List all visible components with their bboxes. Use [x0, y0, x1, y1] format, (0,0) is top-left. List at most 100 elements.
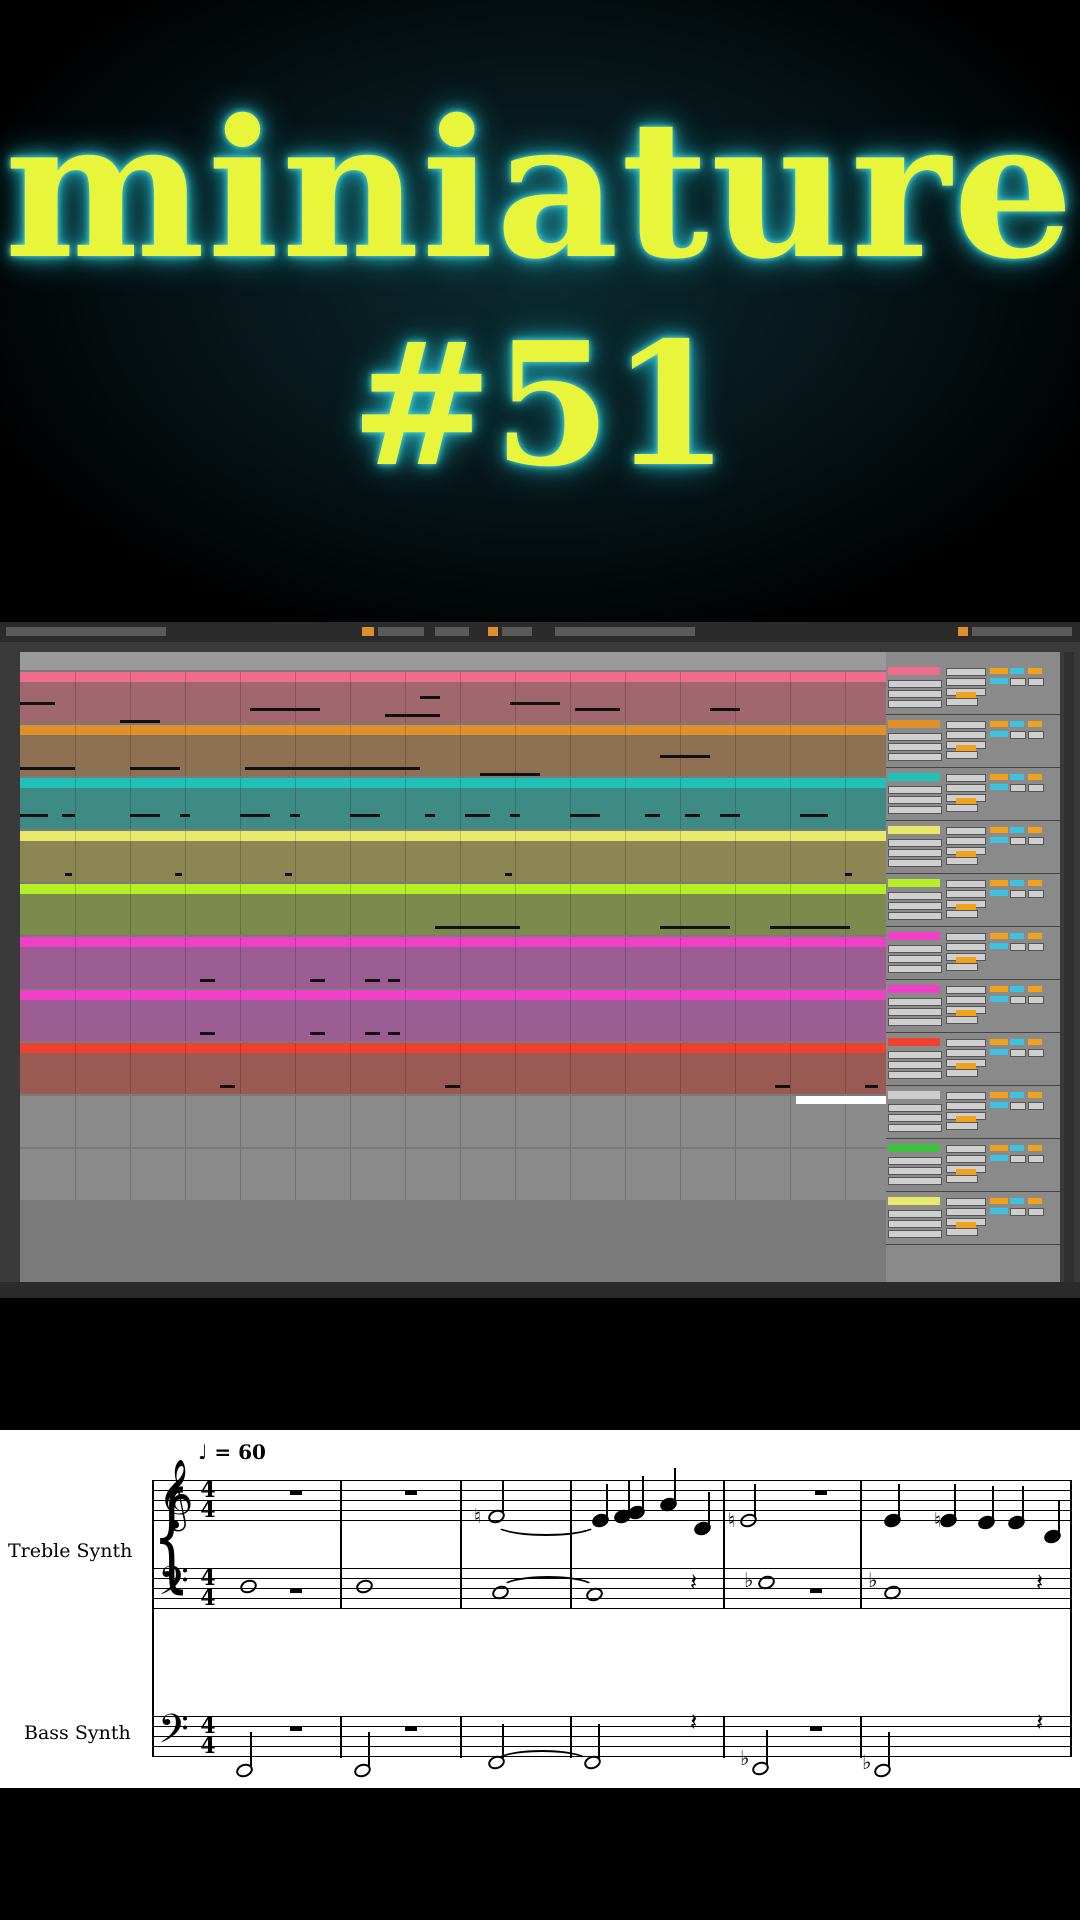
- loop-controls[interactable]: [502, 627, 532, 636]
- clip-header[interactable]: [20, 831, 886, 841]
- track-name-tag[interactable]: [888, 1197, 940, 1205]
- midi-note[interactable]: [20, 814, 48, 817]
- mixer-button[interactable]: [990, 1198, 1008, 1204]
- mixer-button[interactable]: [1028, 1198, 1042, 1204]
- mixer-strip[interactable]: [886, 823, 1060, 874]
- device-field[interactable]: [946, 1122, 978, 1130]
- device-field[interactable]: [888, 902, 942, 910]
- device-field[interactable]: [946, 1155, 986, 1163]
- device-field[interactable]: [946, 1049, 986, 1057]
- mixer-button[interactable]: [1028, 890, 1044, 898]
- midi-note[interactable]: [388, 979, 400, 982]
- midi-note[interactable]: [365, 979, 380, 982]
- device-field[interactable]: [888, 839, 942, 847]
- mixer-button[interactable]: [990, 774, 1008, 780]
- device-field[interactable]: [946, 774, 986, 782]
- mixer-button[interactable]: [1028, 721, 1042, 727]
- device-field[interactable]: [888, 796, 942, 804]
- mixer-strip[interactable]: [886, 982, 1060, 1033]
- midi-note[interactable]: [200, 979, 215, 982]
- device-field[interactable]: [888, 1104, 942, 1112]
- midi-note[interactable]: [365, 1032, 380, 1035]
- mixer-button[interactable]: [956, 1063, 976, 1069]
- track-name-tag[interactable]: [888, 1091, 940, 1099]
- track-lane[interactable]: [20, 1043, 886, 1094]
- midi-note[interactable]: [120, 720, 160, 723]
- midi-note[interactable]: [175, 873, 182, 876]
- midi-note[interactable]: [775, 1085, 790, 1088]
- device-field[interactable]: [888, 700, 942, 708]
- mixer-button[interactable]: [1010, 827, 1024, 833]
- midi-note[interactable]: [220, 1085, 235, 1088]
- mixer-button[interactable]: [1028, 1049, 1044, 1057]
- mixer-button[interactable]: [990, 943, 1008, 949]
- mixer-button[interactable]: [1010, 668, 1024, 674]
- mixer-strips[interactable]: [886, 652, 1060, 1286]
- midi-note[interactable]: [570, 814, 600, 817]
- clip-header[interactable]: [20, 884, 886, 894]
- device-field[interactable]: [946, 784, 986, 792]
- device-field[interactable]: [946, 963, 978, 971]
- midi-note[interactable]: [465, 814, 490, 817]
- midi-note[interactable]: [660, 755, 710, 758]
- mixer-button[interactable]: [1010, 996, 1026, 1004]
- device-field[interactable]: [946, 721, 986, 729]
- device-field[interactable]: [946, 1198, 986, 1206]
- mixer-strip[interactable]: [886, 876, 1060, 927]
- device-field[interactable]: [888, 1051, 942, 1059]
- mixer-strip[interactable]: [886, 770, 1060, 821]
- midi-note[interactable]: [310, 1032, 325, 1035]
- mixer-button[interactable]: [1028, 784, 1044, 792]
- device-field[interactable]: [946, 1069, 978, 1077]
- mixer-button[interactable]: [1010, 890, 1026, 898]
- mixer-button[interactable]: [956, 851, 976, 857]
- midi-note[interactable]: [290, 814, 300, 817]
- track-lane[interactable]: [20, 725, 886, 776]
- mixer-button[interactable]: [1028, 1208, 1044, 1216]
- midi-note[interactable]: [200, 1032, 215, 1035]
- device-field[interactable]: [888, 680, 942, 688]
- midi-note[interactable]: [62, 814, 75, 817]
- clip-header[interactable]: [20, 778, 886, 788]
- device-field[interactable]: [946, 1175, 978, 1183]
- mixer-button[interactable]: [1010, 1208, 1026, 1216]
- device-field[interactable]: [888, 955, 942, 963]
- position-fields[interactable]: [555, 627, 695, 636]
- mixer-button[interactable]: [990, 986, 1008, 992]
- device-field[interactable]: [946, 1208, 986, 1216]
- mixer-button[interactable]: [1028, 943, 1044, 951]
- mixer-button[interactable]: [1010, 784, 1026, 792]
- mixer-button[interactable]: [1028, 1102, 1044, 1110]
- mixer-button[interactable]: [1028, 774, 1042, 780]
- mixer-button[interactable]: [990, 880, 1008, 886]
- mixer-button[interactable]: [990, 1102, 1008, 1108]
- device-field[interactable]: [946, 880, 986, 888]
- mixer-button[interactable]: [990, 1145, 1008, 1151]
- midi-note[interactable]: [865, 1085, 878, 1088]
- device-field[interactable]: [946, 837, 986, 845]
- transport-controls[interactable]: [435, 627, 469, 636]
- track-name-tag[interactable]: [888, 773, 940, 781]
- midi-note[interactable]: [130, 814, 160, 817]
- device-field[interactable]: [888, 753, 942, 761]
- mixer-button[interactable]: [1010, 933, 1024, 939]
- vertical-scrollbar[interactable]: [1064, 652, 1074, 1286]
- track-lane[interactable]: [20, 672, 886, 723]
- device-field[interactable]: [888, 1114, 942, 1122]
- device-field[interactable]: [946, 986, 986, 994]
- daw-menu-segment[interactable]: [6, 627, 166, 636]
- device-field[interactable]: [946, 933, 986, 941]
- device-field[interactable]: [946, 1092, 986, 1100]
- mixer-button[interactable]: [1028, 933, 1042, 939]
- mixer-button[interactable]: [1010, 986, 1024, 992]
- mixer-button[interactable]: [990, 1155, 1008, 1161]
- mixer-button[interactable]: [990, 721, 1008, 727]
- right-controls[interactable]: [972, 627, 1072, 636]
- mixer-button[interactable]: [990, 837, 1008, 843]
- device-field[interactable]: [946, 1016, 978, 1024]
- clip-header[interactable]: [20, 725, 886, 735]
- midi-note[interactable]: [510, 814, 520, 817]
- mixer-button[interactable]: [990, 1049, 1008, 1055]
- track-lane[interactable]: [20, 884, 886, 935]
- midi-note[interactable]: [720, 814, 740, 817]
